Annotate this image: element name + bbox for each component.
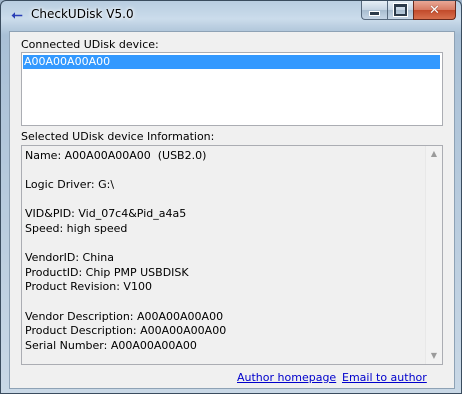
title-bar[interactable]: ⭠ CheckUDisk V5.0 ✕ — [1, 1, 461, 31]
scroll-down-arrow-icon[interactable]: ▼ — [426, 348, 442, 364]
window-controls: ✕ — [361, 1, 456, 21]
connected-device-list[interactable]: A00A00A00A00 — [21, 52, 443, 126]
info-line-product-revision: Product Revision: V100 — [25, 280, 152, 294]
device-list-item[interactable]: A00A00A00A00 — [23, 55, 440, 69]
author-homepage-link[interactable]: Author homepage — [237, 371, 336, 384]
device-info-text: Name: A00A00A00A00 (USB2.0) Logic Driver… — [25, 149, 420, 353]
maximize-button[interactable] — [387, 1, 413, 20]
device-info-label: Selected UDisk device Information: — [21, 130, 215, 143]
device-info-textbox[interactable]: Name: A00A00A00A00 (USB2.0) Logic Driver… — [21, 145, 443, 365]
info-line-blank — [25, 164, 420, 179]
usb-icon: ⭠ — [11, 7, 23, 23]
window-title: CheckUDisk V5.0 — [31, 7, 134, 21]
close-button[interactable]: ✕ — [413, 1, 456, 20]
connected-device-label: Connected UDisk device: — [21, 38, 159, 51]
app-window: ⭠ CheckUDisk V5.0 ✕ Connected UDisk devi… — [0, 0, 462, 394]
info-line-blank — [25, 193, 420, 208]
email-author-link[interactable]: Email to author — [342, 371, 427, 384]
info-line-blank — [25, 237, 420, 252]
info-line-logic-driver: Logic Driver: G:\ — [25, 178, 115, 192]
dialog-body: Connected UDisk device: A00A00A00A00 Sel… — [9, 31, 455, 389]
info-line-speed: Speed: high speed — [25, 221, 128, 235]
info-line-blank — [25, 295, 420, 310]
info-line-product-id: ProductID: Chip PMP USBDISK — [25, 265, 189, 279]
scroll-up-arrow-icon[interactable]: ▲ — [426, 146, 442, 162]
info-line-vid-pid: VID&PID: Vid_07c4&Pid_a4a5 — [25, 207, 187, 221]
info-line-vendor-id: VendorID: China — [25, 251, 114, 265]
vertical-scrollbar[interactable]: ▲ ▼ — [425, 146, 442, 364]
minimize-icon — [369, 10, 380, 16]
close-icon: ✕ — [429, 2, 440, 18]
info-line-serial-number: Serial Number: A00A00A00A00 — [25, 338, 197, 352]
info-line-vendor-description: Vendor Description: A00A00A00A00 — [25, 309, 224, 323]
maximize-icon — [394, 4, 407, 16]
info-line-product-description: Product Description: A00A00A00A00 — [25, 324, 227, 338]
info-line-name: Name: A00A00A00A00 (USB2.0) — [25, 149, 207, 162]
minimize-button[interactable] — [361, 1, 387, 20]
